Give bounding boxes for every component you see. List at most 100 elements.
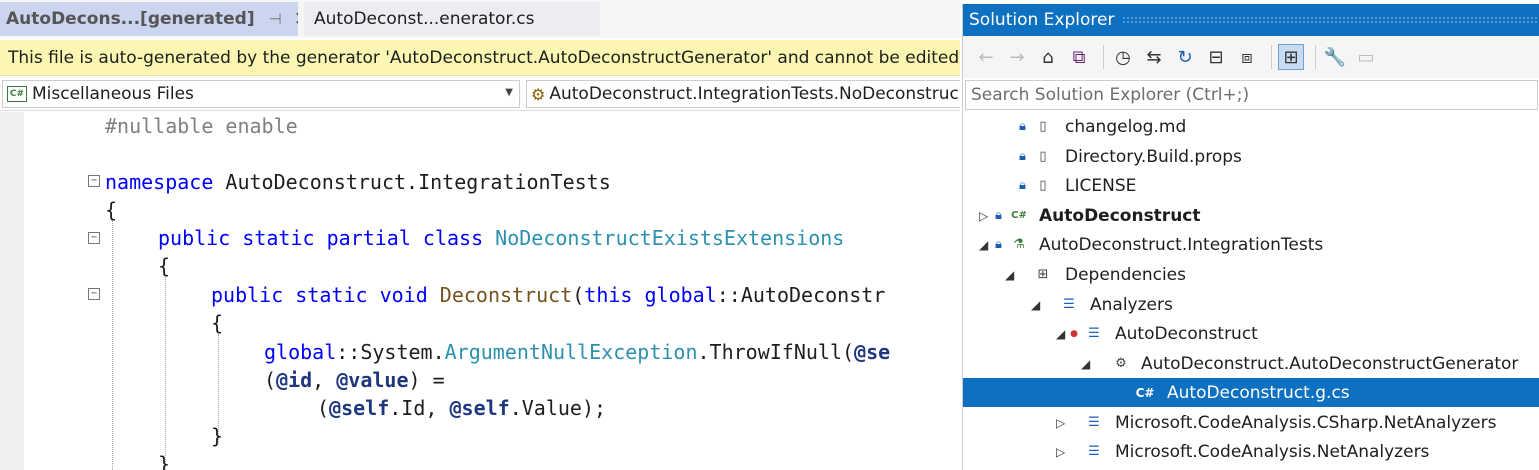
tree-item-label: AutoDeconstruct: [1039, 205, 1201, 226]
collapse-arrow-icon[interactable]: ◢: [1005, 268, 1014, 282]
analyzer-icon: ☰: [1088, 326, 1100, 341]
tree-item-label: changelog.md: [1065, 116, 1187, 137]
tree-item-license[interactable]: 🔒︎ ▯ LICENSE: [963, 171, 1539, 200]
tree-item-changelog[interactable]: 🔒︎ ▯ changelog.md: [963, 112, 1539, 141]
tree-item-label: AutoDeconstruct.g.cs: [1167, 382, 1350, 403]
tree-item-directory-build-props[interactable]: 🔒︎ ▯ Directory.Build.props: [963, 142, 1539, 171]
code-line: global::System.ArgumentNullException.Thr…: [264, 340, 891, 364]
pin-icon[interactable]: ⊣: [269, 10, 282, 28]
expand-icon[interactable]: ▷: [1056, 445, 1065, 459]
csharp-file-icon: C#: [7, 86, 27, 102]
toolbar-separator: [1103, 45, 1104, 69]
tree-item-label: LICENSE: [1065, 175, 1137, 196]
collapse-icon[interactable]: −: [88, 232, 100, 244]
code-line: }: [158, 452, 171, 470]
generated-file-infobar: This file is auto-generated by the gener…: [0, 40, 960, 76]
type-dropdown[interactable]: ⚙ AutoDeconstruct.IntegrationTests.NoDec…: [526, 80, 960, 108]
collapse-arrow-icon[interactable]: ◢: [1081, 357, 1090, 371]
solution-explorer-toolbar: ← → ⌂ ⧉ ◷ ⇆ ↻ ⊟ ⧈ ⊞ 🔧 ▭: [963, 36, 1539, 78]
code-area[interactable]: #nullable enable − namespace AutoDeconst…: [0, 112, 960, 470]
tree-item-label: Microsoft.CodeAnalysis.NetAnalyzers: [1115, 441, 1430, 462]
navigation-bar: C# Miscellaneous Files ▼ ⚙ AutoDeconstru…: [0, 78, 960, 111]
type-dropdown-label: AutoDeconstruct.IntegrationTests.NoDecon…: [549, 84, 959, 104]
tree-view-icon[interactable]: ⊞: [1278, 44, 1304, 70]
tree-item-label: AutoDeconstruct.IntegrationTests: [1039, 234, 1324, 255]
search-placeholder: Search Solution Explorer (Ctrl+;): [971, 85, 1250, 105]
class-icon: ⚙: [531, 84, 546, 104]
code-line: {: [105, 198, 118, 222]
code-line: #nullable enable: [105, 114, 298, 138]
code-line: public static void Deconstruct(this glob…: [211, 283, 886, 307]
project-dropdown[interactable]: C# Miscellaneous Files ▼: [2, 80, 520, 108]
tab-label: AutoDeconst...enerator.cs: [314, 9, 535, 29]
expand-icon[interactable]: ▷: [979, 209, 988, 223]
chevron-down-icon: ▼: [505, 87, 513, 98]
pending-changes-filter-icon[interactable]: ◷: [1110, 44, 1136, 70]
infobar-message: This file is auto-generated by the gener…: [8, 47, 960, 68]
collapse-arrow-icon[interactable]: ◢: [979, 238, 988, 252]
tree-item-autodeconstruct-analyzer[interactable]: ◢ ● ☰ AutoDeconstruct: [963, 319, 1539, 348]
code-line: public static partial class NoDeconstruc…: [158, 226, 845, 250]
sync-icon[interactable]: ⇆: [1141, 44, 1167, 70]
collapse-all-icon[interactable]: ⊟: [1203, 44, 1229, 70]
indent-guide: [165, 277, 166, 470]
gear-icon: ⚙: [1115, 356, 1127, 371]
props-file-icon: ▯: [1039, 149, 1047, 164]
tree-item-label: Analyzers: [1090, 294, 1173, 315]
solution-explorer-panel: Solution Explorer ← → ⌂ ⧉ ◷ ⇆ ↻ ⊟ ⧈ ⊞ 🔧 …: [962, 4, 1539, 470]
code-editor: AutoDecons...[generated] ⊣ ✕ AutoDeconst…: [0, 0, 960, 470]
collapse-icon[interactable]: −: [88, 288, 100, 300]
refresh-icon[interactable]: ↻: [1172, 44, 1198, 70]
tree-item-autodeconstruct-project[interactable]: ▷ 🔒︎ C# AutoDeconstruct: [963, 201, 1539, 230]
code-line: {: [211, 311, 224, 335]
expand-icon[interactable]: ▷: [1056, 416, 1065, 430]
error-dot-icon: ●: [1070, 328, 1078, 339]
test-project-icon: ⚗: [1013, 237, 1025, 252]
toolbar-separator: [1271, 45, 1272, 69]
indent-guide: [112, 220, 113, 470]
tree-item-label: Dependencies: [1065, 264, 1186, 285]
back-icon[interactable]: ←: [973, 44, 999, 70]
tab-label: AutoDecons...[generated]: [6, 9, 255, 29]
preview-icon[interactable]: ▭: [1353, 44, 1379, 70]
tab-generated-file[interactable]: AutoDecons...[generated] ⊣ ✕: [0, 2, 298, 36]
tree-item-label: Microsoft.CodeAnalysis.CSharp.NetAnalyze…: [1115, 412, 1497, 433]
properties-wrench-icon[interactable]: 🔧: [1322, 44, 1348, 70]
toolbar-separator: [1315, 45, 1316, 69]
home-icon[interactable]: ⌂: [1035, 44, 1061, 70]
dependencies-icon: ⊞: [1037, 267, 1049, 282]
tree-item-analyzers[interactable]: ◢ ☰ Analyzers: [963, 290, 1539, 319]
code-line: }: [211, 424, 224, 448]
tree-item-integration-tests[interactable]: ◢ 🔒︎ ⚗ AutoDeconstruct.IntegrationTests: [963, 230, 1539, 259]
collapse-icon[interactable]: −: [88, 175, 100, 187]
analyzer-icon: ☰: [1088, 444, 1100, 459]
search-input[interactable]: Search Solution Explorer (Ctrl+;): [965, 80, 1538, 110]
tree-item-csharp-netanalyzers[interactable]: ▷ ☰ Microsoft.CodeAnalysis.CSharp.NetAna…: [963, 408, 1539, 437]
solution-explorer-title-bar[interactable]: Solution Explorer: [963, 4, 1539, 36]
lock-icon: 🔒︎: [1019, 178, 1026, 193]
show-all-files-icon[interactable]: ⧈: [1234, 44, 1260, 70]
tab-generator-file[interactable]: AutoDeconst...enerator.cs: [304, 2, 600, 36]
tree-item-dependencies[interactable]: ◢ ⊞ Dependencies: [963, 260, 1539, 289]
tree-item-label: AutoDeconstruct.AutoDeconstructGenerator: [1141, 353, 1519, 374]
panel-title: Solution Explorer: [969, 10, 1115, 30]
collapse-arrow-icon[interactable]: ◢: [1031, 298, 1040, 312]
tree-item-generator[interactable]: ◢ ⚙ AutoDeconstruct.AutoDeconstructGener…: [963, 349, 1539, 378]
document-tab-strip: AutoDecons...[generated] ⊣ ✕ AutoDeconst…: [0, 0, 960, 38]
tree-item-netanalyzers[interactable]: ▷ ☰ Microsoft.CodeAnalysis.NetAnalyzers: [963, 437, 1539, 466]
close-icon[interactable]: ✕: [294, 8, 298, 30]
csharp-project-icon: C#: [1011, 210, 1027, 221]
code-line: (@id, @value) =: [264, 368, 445, 392]
switch-views-icon[interactable]: ⧉: [1066, 44, 1092, 70]
forward-icon[interactable]: →: [1004, 44, 1030, 70]
tree-item-generated-file[interactable]: C# AutoDeconstruct.g.cs: [963, 378, 1539, 407]
tree-item-label: Directory.Build.props: [1065, 146, 1242, 167]
file-icon: ▯: [1039, 178, 1047, 193]
tree-item-label: AutoDeconstruct: [1115, 323, 1258, 344]
lock-icon: 🔒︎: [1019, 119, 1026, 134]
lock-icon: 🔒︎: [995, 237, 1002, 252]
lock-icon: 🔒︎: [1019, 149, 1026, 164]
collapse-arrow-icon[interactable]: ◢: [1056, 327, 1065, 341]
analyzer-icon: ☰: [1088, 415, 1100, 430]
analyzer-icon: ☰: [1063, 297, 1075, 312]
